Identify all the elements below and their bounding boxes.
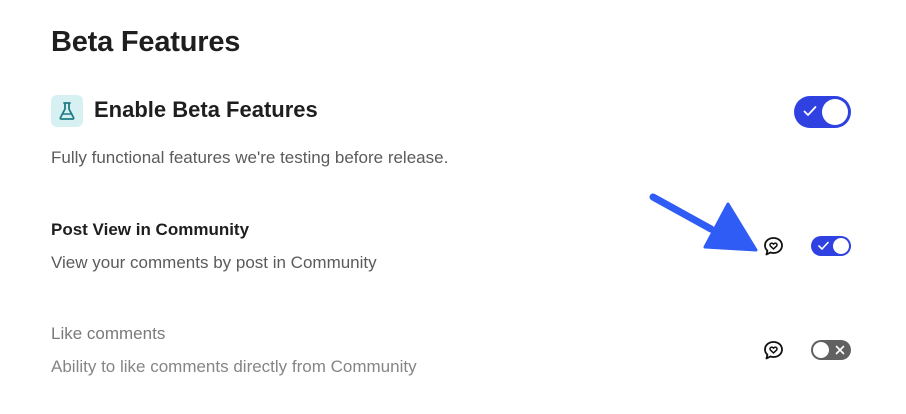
post-view-title: Post View in Community <box>51 220 250 239</box>
flask-icon-badge <box>51 95 83 127</box>
like-comments-description: Ability to like comments directly from C… <box>51 357 417 376</box>
beta-features-page: Beta Features Enable Beta Features Fully… <box>0 0 906 414</box>
post-view-toggle[interactable] <box>811 236 851 256</box>
post-view-description: View your comments by post in Community <box>51 253 377 272</box>
check-icon <box>803 106 817 116</box>
flask-icon <box>59 102 75 120</box>
toggle-knob <box>813 342 829 358</box>
like-comments-title: Like comments <box>51 324 166 343</box>
page-title: Beta Features <box>51 26 241 58</box>
chat-heart-icon[interactable] <box>763 340 784 361</box>
check-icon <box>818 241 829 250</box>
beta-features-title: Enable Beta Features <box>94 97 318 122</box>
enable-beta-features-toggle[interactable] <box>794 96 851 128</box>
chat-heart-icon[interactable] <box>763 236 784 257</box>
beta-features-description: Fully functional features we're testing … <box>51 148 449 167</box>
close-icon <box>835 345 845 355</box>
annotation-arrow-icon <box>649 193 758 252</box>
toggle-knob <box>833 238 849 254</box>
like-comments-toggle[interactable] <box>811 340 851 360</box>
toggle-knob <box>822 99 848 125</box>
